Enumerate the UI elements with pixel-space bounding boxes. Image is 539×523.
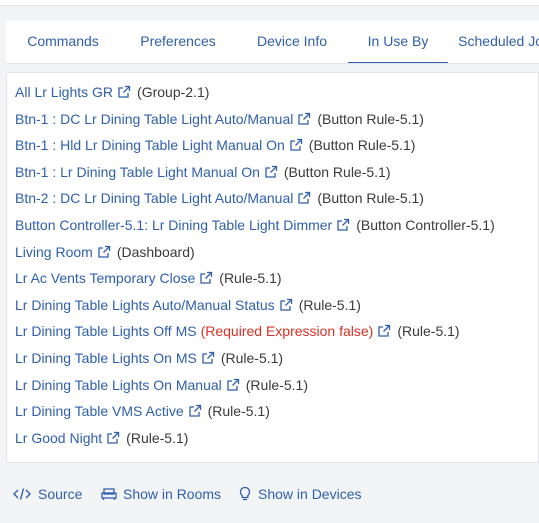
show-in-rooms-label: Show in Rooms: [123, 486, 222, 502]
item-link[interactable]: Btn-1 : Hld Lr Dining Table Light Manual…: [15, 134, 285, 156]
item-link[interactable]: Button Controller-5.1: Lr Dining Table L…: [15, 214, 332, 236]
external-link-icon[interactable]: [336, 218, 350, 232]
list-item: Lr Dining Table Lights Auto/Manual Statu…: [15, 294, 361, 316]
source-button[interactable]: Source: [12, 484, 82, 504]
list-item: Btn-1 : Lr Dining Table Light Manual On (…: [15, 161, 391, 183]
tab-commands[interactable]: Commands: [6, 21, 120, 63]
item-link[interactable]: Btn-1 : DC Lr Dining Table Light Auto/Ma…: [15, 108, 293, 130]
external-link-icon[interactable]: [97, 245, 111, 259]
list-item: Lr Ac Vents Temporary Close (Rule-5.1): [15, 267, 282, 289]
item-link[interactable]: Btn-2 : DC Lr Dining Table Light Auto/Ma…: [15, 187, 293, 209]
item-link[interactable]: Living Room: [15, 241, 93, 263]
footer-actions: Source Show in Rooms Show in Devices: [0, 470, 539, 523]
lightbulb-icon: [239, 486, 251, 501]
external-link-icon[interactable]: [377, 324, 391, 338]
sofa-icon: [101, 488, 117, 500]
external-link-icon[interactable]: [201, 351, 215, 365]
item-link[interactable]: Lr Good Night: [15, 427, 102, 449]
item-warning: (Required Expression false): [200, 323, 374, 340]
item-link[interactable]: Lr Dining Table Lights Auto/Manual Statu…: [15, 294, 275, 316]
tab-scheduled-jobs[interactable]: Scheduled Jobs: [448, 21, 539, 63]
item-type: (Button Rule-5.1): [317, 190, 424, 207]
code-icon: [13, 488, 31, 500]
list-item: Lr Dining Table VMS Active (Rule-5.1): [15, 400, 270, 422]
item-link[interactable]: Btn-1 : Lr Dining Table Light Manual On: [15, 161, 260, 183]
list-item: Btn-1 : DC Lr Dining Table Light Auto/Ma…: [15, 108, 424, 130]
external-link-icon[interactable]: [264, 165, 278, 179]
item-link[interactable]: Lr Dining Table VMS Active: [15, 400, 184, 422]
external-link-icon[interactable]: [188, 404, 202, 418]
external-link-icon[interactable]: [289, 138, 303, 152]
item-link[interactable]: Lr Ac Vents Temporary Close: [15, 267, 195, 289]
item-type: (Rule-5.1): [219, 270, 282, 287]
top-strip: [0, 0, 539, 6]
tab-preferences[interactable]: Preferences: [120, 21, 236, 63]
tab-bar: Commands Preferences Device Info In Use …: [6, 21, 539, 64]
item-type: (Rule-5.1): [126, 429, 189, 446]
external-link-icon[interactable]: [117, 85, 131, 99]
show-in-devices-button[interactable]: Show in Devices: [238, 484, 362, 504]
item-type: (Button Rule-5.1): [317, 110, 424, 127]
external-link-icon[interactable]: [106, 431, 120, 445]
item-type: (Rule-5.1): [245, 376, 309, 393]
item-type: (Button Rule-5.1): [308, 137, 416, 154]
item-link[interactable]: Lr Dining Table Lights Off MS: [15, 320, 197, 342]
tab-in-use-by[interactable]: In Use By: [348, 21, 448, 63]
external-link-icon[interactable]: [279, 298, 293, 312]
list-item: All Lr Lights GR (Group-2.1): [15, 81, 209, 103]
item-type: (Dashboard): [116, 243, 195, 260]
list-item: Lr Dining Table Lights Off MS (Required E…: [15, 320, 460, 342]
item-type: (Rule-5.1): [298, 296, 361, 313]
external-link-icon[interactable]: [226, 378, 240, 392]
list-item: Btn-2 : DC Lr Dining Table Light Auto/Ma…: [15, 187, 424, 209]
item-link[interactable]: Lr Dining Table Lights On MS: [15, 347, 197, 369]
item-type: (Rule-5.1): [397, 323, 460, 340]
list-item: Lr Dining Table Lights On MS (Rule-5.1): [15, 347, 283, 369]
item-type: (Rule-5.1): [207, 403, 270, 420]
list-item: Lr Good Night (Rule-5.1): [15, 427, 188, 449]
source-label: Source: [38, 486, 83, 502]
item-link[interactable]: Lr Dining Table Lights On Manual: [15, 374, 222, 396]
in-use-by-list: All Lr Lights GR (Group-2.1) Btn-1 : DC Lr…: [6, 72, 539, 463]
external-link-icon[interactable]: [199, 271, 213, 285]
item-type: (Button Rule-5.1): [283, 163, 391, 180]
list-item: Btn-1 : Hld Lr Dining Table Light Manual…: [15, 134, 415, 156]
show-in-devices-label: Show in Devices: [258, 486, 362, 502]
item-link[interactable]: All Lr Lights GR: [15, 81, 113, 103]
item-type: (Rule-5.1): [220, 350, 284, 366]
list-item: Button Controller-5.1: Lr Dining Table L…: [15, 214, 495, 236]
item-type: (Button Controller-5.1): [356, 217, 495, 233]
external-link-icon[interactable]: [297, 112, 311, 126]
show-in-rooms-button[interactable]: Show in Rooms: [101, 484, 221, 504]
tab-device-info[interactable]: Device Info: [236, 21, 348, 63]
item-type: (Group-2.1): [137, 84, 210, 100]
list-item: Lr Dining Table Lights On Manual (Rule-5.…: [15, 374, 308, 396]
list-item: Living Room (Dashboard): [15, 241, 195, 263]
external-link-icon[interactable]: [297, 191, 311, 205]
